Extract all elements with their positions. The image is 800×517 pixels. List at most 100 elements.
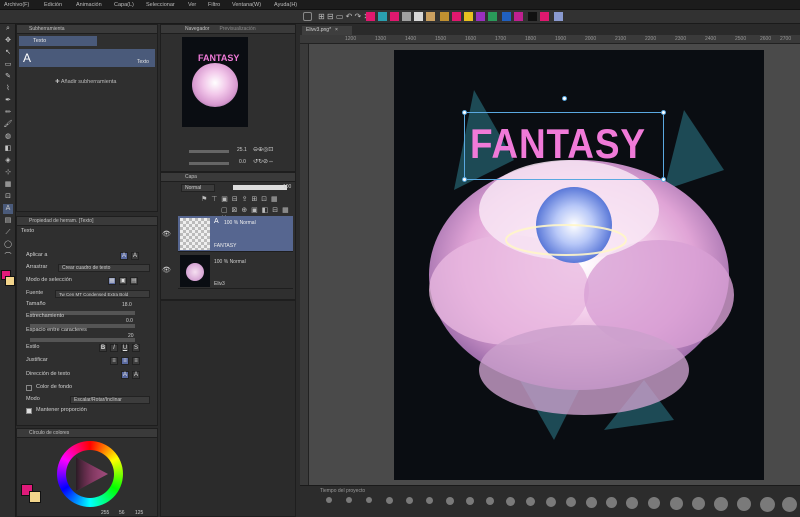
lasso-tool-icon[interactable]: ✎ xyxy=(3,72,13,82)
vertical-text-icon[interactable]: A xyxy=(132,371,140,379)
brush-size-dot[interactable] xyxy=(366,497,372,503)
drag-select[interactable]: Crear cuadro de texto xyxy=(58,264,150,272)
doc-tab[interactable]: Elivv3.png* × xyxy=(302,26,352,35)
brush-size-dot[interactable] xyxy=(760,497,775,512)
brush-size-dot[interactable] xyxy=(714,497,728,511)
brush-size-dot[interactable] xyxy=(406,497,413,504)
subtool-tab-text[interactable]: Texto xyxy=(19,36,97,46)
brush-size-dot[interactable] xyxy=(606,497,617,508)
brush-size-dot[interactable] xyxy=(626,497,638,509)
layer-tools-icons[interactable]: ⚑ ⊤ ▣ ⊟ ⇪ ⊞ ⊡ ▦ xyxy=(201,195,279,203)
menu-ventana[interactable]: Ventana(W) xyxy=(232,2,261,8)
brush-size-dot[interactable] xyxy=(426,497,433,504)
menu-edicion[interactable]: Edición xyxy=(44,2,62,8)
pen-tool-icon[interactable]: ✒ xyxy=(3,96,13,106)
canvas-title-text[interactable]: FANTASY xyxy=(470,120,646,168)
brush-size-dot[interactable] xyxy=(466,497,474,505)
apply-edit-icon[interactable]: A xyxy=(131,252,139,260)
move-tool-icon[interactable]: ✥ xyxy=(3,36,13,46)
brush-size-dot[interactable] xyxy=(326,497,332,503)
zoom-slider[interactable] xyxy=(189,150,229,153)
ruler-tool-icon[interactable]: ⟋ xyxy=(3,228,13,238)
toolbar-icons[interactable]: ⊞ ⊟ ▭ ↶ ↷ ✕ xyxy=(318,13,370,21)
balloon-tool-icon[interactable]: ◯ xyxy=(3,240,13,250)
brush-size-dot[interactable] xyxy=(670,497,683,510)
rotate-handle[interactable] xyxy=(562,96,567,101)
preview-tab-label[interactable]: Previsualización xyxy=(219,26,255,32)
blue-swatch-icon[interactable] xyxy=(502,12,511,21)
select-mode-3-icon[interactable]: ▤ xyxy=(130,277,138,285)
select-mode-2-icon[interactable]: ▣ xyxy=(119,277,127,285)
teal-swatch-icon[interactable] xyxy=(378,12,387,21)
text-tool-icon[interactable]: A xyxy=(3,204,13,214)
rose-swatch-icon[interactable] xyxy=(452,12,461,21)
brush-size-dot[interactable] xyxy=(386,497,393,504)
yellow-swatch-icon[interactable] xyxy=(464,12,473,21)
menu-capa[interactable]: Capa(L) xyxy=(114,2,134,8)
menu-animacion[interactable]: Animación xyxy=(76,2,102,8)
keep-ratio-checkbox[interactable] xyxy=(26,408,32,414)
close-icon[interactable]: × xyxy=(335,27,338,33)
sv-triangle[interactable] xyxy=(72,455,110,493)
layer-swatch-icon[interactable] xyxy=(554,12,563,21)
pink-swatch-icon[interactable] xyxy=(390,12,399,21)
align-right-icon[interactable]: ≡ xyxy=(132,357,140,365)
resize-handle[interactable] xyxy=(661,110,666,115)
eyedropper-tool-icon[interactable]: ⌇ xyxy=(3,84,13,94)
opacity-slider[interactable] xyxy=(233,185,287,190)
resize-handle[interactable] xyxy=(661,177,666,182)
app-icon[interactable] xyxy=(303,12,312,21)
add-subtool-button[interactable]: ✚ Añadir subherramienta xyxy=(55,79,117,85)
rotate-slider[interactable] xyxy=(189,162,229,165)
blend-tool-icon[interactable]: ⊹ xyxy=(3,168,13,178)
magenta-swatch-icon[interactable] xyxy=(366,12,375,21)
brush-size-dot[interactable] xyxy=(782,497,797,512)
brush-size-dot[interactable] xyxy=(692,497,705,510)
layer-row-fantasy[interactable]: A 100 % Normal FANTASY xyxy=(178,216,293,252)
font-select[interactable]: Tw Cen MT Condensed Extra Bold xyxy=(55,290,150,298)
artwork-canvas[interactable]: FANTASY xyxy=(394,50,764,480)
purple-swatch-icon[interactable] xyxy=(476,12,485,21)
airbrush-tool-icon[interactable]: ◍ xyxy=(3,132,13,142)
bg-color-checkbox[interactable] xyxy=(26,385,32,391)
fuchsia-swatch-icon[interactable] xyxy=(514,12,523,21)
align-center-icon[interactable]: ≡ xyxy=(121,357,129,365)
operation-tool-icon[interactable]: ↖ xyxy=(3,48,13,58)
resize-handle[interactable] xyxy=(462,110,467,115)
fill-tool-icon[interactable]: ◈ xyxy=(3,156,13,166)
red-swatch-icon[interactable] xyxy=(540,12,549,21)
layer-row-eliv3[interactable]: 100 % Normal Eliv3 xyxy=(178,253,293,289)
gradient-tool-icon[interactable]: ▦ xyxy=(3,180,13,190)
figure-tool-icon[interactable]: ⊡ xyxy=(3,192,13,202)
white-swatch-icon[interactable] xyxy=(414,12,423,21)
sub-color-chip[interactable] xyxy=(29,491,41,503)
zoom-tool-icon[interactable]: ⌕ xyxy=(3,24,13,34)
rotate-buttons-icon[interactable]: ↺↻⊘⇔ xyxy=(253,158,274,165)
subtool-text-item[interactable]: A Texto xyxy=(19,49,155,67)
brush-size-dot[interactable] xyxy=(346,497,352,503)
horizontal-text-icon[interactable]: A xyxy=(121,371,129,379)
gold-swatch-icon[interactable] xyxy=(440,12,449,21)
brush-size-dot[interactable] xyxy=(486,497,494,505)
navigator-tab[interactable]: Navegador Previsualización xyxy=(161,25,295,34)
underline-icon[interactable]: U xyxy=(121,344,129,352)
frame-tool-icon[interactable]: ▤ xyxy=(3,216,13,226)
hue-ring[interactable] xyxy=(57,441,123,507)
tan-swatch-icon[interactable] xyxy=(426,12,435,21)
italic-icon[interactable]: I xyxy=(110,344,118,352)
eye-icon[interactable]: 👁 xyxy=(162,230,171,238)
brush-size-dot[interactable] xyxy=(566,497,576,507)
pencil-tool-icon[interactable]: ✏ xyxy=(3,108,13,118)
navigator-thumbnail[interactable]: FANTASY xyxy=(182,37,248,127)
brush-tool-icon[interactable]: 🖌 xyxy=(3,120,13,130)
bold-icon[interactable]: B xyxy=(99,344,107,352)
menu-ayuda[interactable]: Ayuda(H) xyxy=(274,2,297,8)
marquee-tool-icon[interactable]: ▭ xyxy=(3,60,13,70)
menu-archivo[interactable]: Archivo(F) xyxy=(4,2,29,8)
correct-line-tool-icon[interactable]: ⌒ xyxy=(3,252,13,262)
menu-ver[interactable]: Ver xyxy=(188,2,196,8)
zoom-buttons-icon[interactable]: ⊖⊕◎⊡ xyxy=(253,146,273,153)
sub-color-swatch[interactable] xyxy=(5,276,15,286)
resize-handle[interactable] xyxy=(462,177,467,182)
mode-select[interactable]: Escalar/Rotar/Inclinar xyxy=(70,396,150,404)
